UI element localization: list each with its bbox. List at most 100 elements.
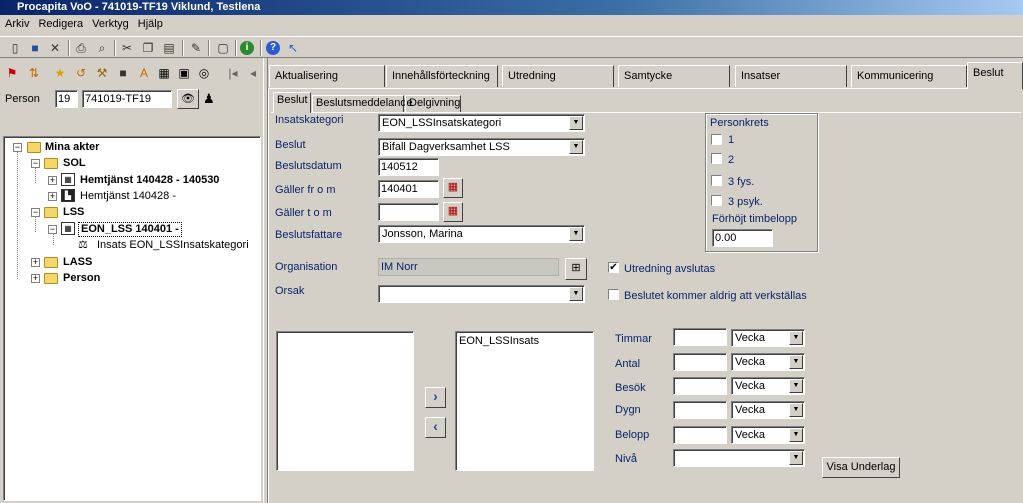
beslut-select[interactable]: Bifall Dagverksamhet LSS ▼: [378, 138, 585, 156]
menu-hjalp[interactable]: Hjälp: [133, 15, 167, 30]
copy-icon[interactable]: ❐: [141, 41, 155, 55]
tools-icon[interactable]: ⚒: [95, 66, 109, 80]
grid-icon[interactable]: ▦: [157, 66, 171, 80]
delete-icon[interactable]: ✕: [48, 41, 62, 55]
galler-tom-field[interactable]: [378, 203, 439, 221]
besok-field[interactable]: [673, 377, 727, 395]
whatsthis-icon[interactable]: ↖: [286, 41, 300, 55]
sort-icon[interactable]: ⇅: [27, 66, 41, 80]
tab-aktualisering[interactable]: Aktualisering: [269, 65, 385, 87]
undo-icon[interactable]: ↺: [74, 66, 88, 80]
tree-insats[interactable]: Insats EON_LSSInsatskategori: [97, 239, 249, 252]
info-icon[interactable]: i: [240, 41, 254, 55]
chevron-down-icon[interactable]: ▼: [789, 428, 803, 442]
find-icon[interactable]: ⌕: [95, 41, 109, 55]
first-icon[interactable]: |◂: [226, 66, 240, 80]
personkrets-3fys-checkbox[interactable]: [711, 175, 722, 186]
subtab-beslut[interactable]: Beslut: [273, 92, 311, 113]
chevron-down-icon[interactable]: ▼: [569, 140, 583, 154]
print-icon[interactable]: ⎙: [74, 41, 88, 55]
tree-expand-hemtjanst2[interactable]: +: [48, 192, 57, 201]
calendar-icon[interactable]: ▦: [443, 202, 463, 222]
pin-icon[interactable]: ✎: [189, 41, 203, 55]
menu-verktyg[interactable]: Verktyg: [87, 15, 133, 30]
tree-lass[interactable]: LASS: [63, 256, 92, 269]
tree-root[interactable]: Mina akter: [45, 141, 99, 154]
cut-icon[interactable]: ✂: [120, 41, 134, 55]
tree-expand-hemtjanst1[interactable]: +: [48, 176, 57, 185]
tree-hemtjanst-2[interactable]: Hemtjänst 140428 -: [80, 190, 176, 203]
chevron-down-icon[interactable]: ▼: [789, 355, 803, 369]
org-tree-icon[interactable]: ⊞: [565, 258, 587, 280]
personkrets-1-checkbox[interactable]: [711, 134, 722, 145]
tree-person[interactable]: Person: [63, 272, 100, 285]
star-icon[interactable]: ★: [53, 66, 67, 80]
antal-unit-select[interactable]: Vecka ▼: [731, 353, 805, 371]
help-icon[interactable]: ?: [266, 41, 280, 55]
visa-underlag-button[interactable]: Visa Underlag: [822, 457, 900, 478]
chevron-down-icon[interactable]: ▼: [569, 287, 583, 301]
new-icon[interactable]: ▯: [8, 41, 22, 55]
menu-arkiv[interactable]: Arkiv: [0, 15, 33, 30]
menu-redigera[interactable]: Redigera: [33, 15, 87, 30]
antal-field[interactable]: [673, 353, 727, 371]
chevron-down-icon[interactable]: ▼: [789, 403, 803, 417]
stop-icon[interactable]: ■: [116, 66, 130, 80]
chevron-down-icon[interactable]: ▼: [789, 451, 803, 465]
aldrig-verkstallas-checkbox[interactable]: [608, 289, 619, 300]
tree-collapse-root[interactable]: −: [13, 143, 22, 152]
prev-icon[interactable]: ◂: [246, 66, 260, 80]
tree-hemtjanst-1[interactable]: Hemtjänst 140428 - 140530: [80, 174, 219, 187]
card-icon[interactable]: ▣: [177, 66, 191, 80]
person-search-button[interactable]: 👁: [177, 89, 199, 109]
insatskategori-select[interactable]: EON_LSSInsatskategori ▼: [378, 114, 585, 132]
paste-icon[interactable]: ▤: [162, 41, 176, 55]
formula-icon[interactable]: A: [137, 66, 151, 80]
beslutsfattare-select[interactable]: Jonsson, Marina ▼: [378, 225, 585, 243]
tree-collapse-eon[interactable]: −: [48, 225, 57, 234]
besok-unit-select[interactable]: Vecka ▼: [731, 377, 805, 395]
person-prefix-field[interactable]: 19: [55, 90, 78, 108]
utredning-avslutas-checkbox[interactable]: ✔: [608, 262, 619, 273]
timmar-unit-select[interactable]: Vecka ▼: [731, 329, 805, 347]
move-left-icon[interactable]: ‹: [425, 417, 446, 438]
person-id-field[interactable]: 741019-TF19: [82, 90, 172, 108]
galler-from-field[interactable]: 140401: [378, 180, 439, 198]
selected-insats-list[interactable]: EON_LSSInsats: [455, 331, 594, 471]
forhojt-timbelopp-field[interactable]: 0.00: [712, 229, 773, 247]
tab-insatser[interactable]: Insatser: [735, 65, 847, 87]
orsak-select[interactable]: ▼: [378, 285, 585, 303]
available-insats-list[interactable]: [276, 331, 414, 471]
tree-expand-person[interactable]: +: [31, 274, 40, 283]
niva-select[interactable]: ▼: [673, 449, 805, 467]
tab-beslut[interactable]: Beslut: [967, 62, 1023, 89]
save-icon[interactable]: ■: [28, 41, 42, 55]
tab-utredning[interactable]: Utredning: [502, 65, 614, 87]
tree-collapse-sol[interactable]: −: [31, 159, 40, 168]
calendar-icon[interactable]: ▦: [443, 178, 463, 198]
tree-sol[interactable]: SOL: [63, 157, 86, 170]
chevron-down-icon[interactable]: ▼: [569, 116, 583, 130]
tree-collapse-lss[interactable]: −: [31, 208, 40, 217]
list-item[interactable]: EON_LSSInsats: [459, 335, 539, 347]
tree-eon-lss[interactable]: EON_LSS 140401 -: [78, 222, 182, 237]
target-icon[interactable]: ◎: [197, 66, 211, 80]
chevron-down-icon[interactable]: ▼: [569, 227, 583, 241]
tab-samtycke[interactable]: Samtycke: [618, 65, 730, 87]
move-right-icon[interactable]: ›: [425, 387, 446, 408]
tab-innehallsforteckning[interactable]: Innehållsförteckning: [386, 65, 498, 87]
personkrets-3psyk-checkbox[interactable]: [711, 195, 722, 206]
chevron-down-icon[interactable]: ▼: [789, 379, 803, 393]
belopp-field[interactable]: [673, 426, 727, 444]
dygn-field[interactable]: [673, 401, 727, 419]
timmar-field[interactable]: [673, 328, 727, 346]
flag-icon[interactable]: ⚑: [5, 66, 19, 80]
personkrets-2-checkbox[interactable]: [711, 153, 722, 164]
subtab-delgivning[interactable]: Delgivning: [405, 95, 461, 112]
dygn-unit-select[interactable]: Vecka ▼: [731, 401, 805, 419]
belopp-unit-select[interactable]: Vecka ▼: [731, 426, 805, 444]
tab-kommunicering[interactable]: Kommunicering: [851, 65, 967, 87]
tree-expand-lass[interactable]: +: [31, 258, 40, 267]
page-icon[interactable]: ▢: [216, 41, 230, 55]
chevron-down-icon[interactable]: ▼: [789, 331, 803, 345]
